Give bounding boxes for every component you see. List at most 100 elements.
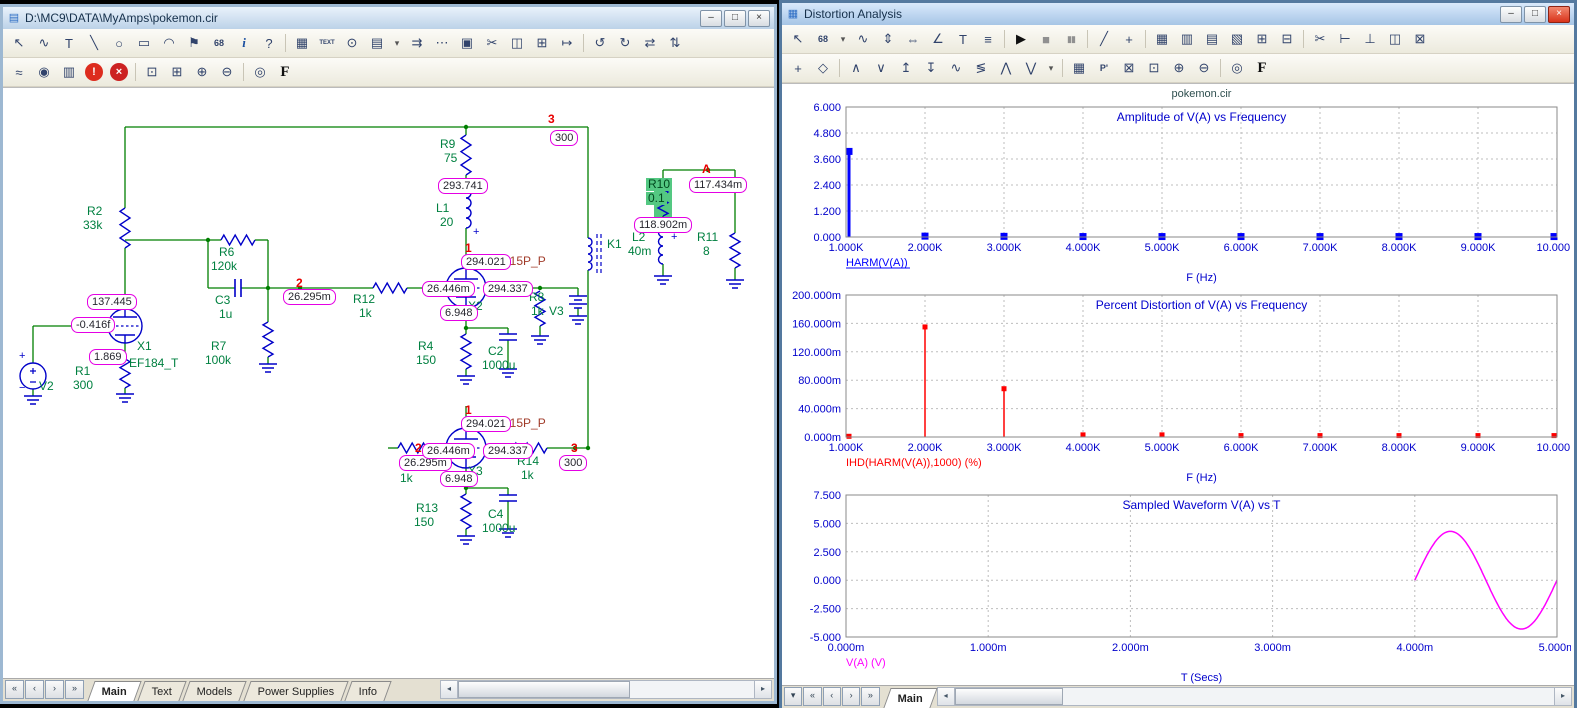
node-value-box[interactable]: -0.416f	[71, 317, 115, 333]
component-label[interactable]: 20	[440, 216, 453, 229]
schematic-hscrollbar[interactable]: ◂ ▸	[440, 680, 772, 699]
component-label[interactable]: 300	[73, 379, 93, 392]
component-label[interactable]: 8	[703, 245, 710, 258]
options-icon[interactable]: ◎	[248, 60, 272, 84]
first-page-button[interactable]: «	[803, 687, 821, 706]
component-label[interactable]: 150	[414, 516, 434, 529]
component-label[interactable]: R10	[646, 178, 672, 191]
low-icon[interactable]: ↧	[919, 56, 943, 80]
scrollbar-track[interactable]	[955, 688, 1554, 705]
node-value-box[interactable]: 26.295m	[283, 289, 336, 305]
restore-button[interactable]: □	[724, 10, 746, 27]
component-label[interactable]: R6	[219, 246, 234, 259]
slope-icon[interactable]: ∿	[944, 56, 968, 80]
prev-page-button[interactable]: ‹	[823, 687, 841, 706]
node-value-box[interactable]: 294.021	[461, 254, 511, 270]
node-value-box[interactable]: 294.021	[461, 416, 511, 432]
mirror-window-icon[interactable]: ▥	[57, 60, 81, 84]
mode-dropdown-icon[interactable]: ▾	[390, 31, 404, 55]
help-mode-icon[interactable]: ?	[257, 31, 281, 55]
bus-icon[interactable]: ⇉	[405, 31, 429, 55]
component-label[interactable]: 1u	[219, 308, 232, 321]
rectangle-mode-icon[interactable]: ▭	[132, 31, 156, 55]
component-label[interactable]: 1k	[400, 472, 413, 485]
peak-icon[interactable]: ∧	[844, 56, 868, 80]
component-label[interactable]: C4	[488, 508, 503, 521]
tab-text[interactable]: Text	[137, 681, 186, 701]
window-icon[interactable]: ▣	[455, 31, 479, 55]
scale-icon[interactable]: ⇕	[876, 27, 900, 51]
node-value-box[interactable]: 6.948	[440, 305, 478, 321]
component-label[interactable]: K1	[607, 238, 622, 251]
component-label[interactable]: 100k	[205, 354, 231, 367]
measure-icon[interactable]: ∠	[926, 27, 950, 51]
properties2-icon[interactable]: ⊠	[1408, 27, 1432, 51]
step-icon[interactable]: ↦	[555, 31, 579, 55]
tab-power-supplies[interactable]: Power Supplies	[243, 681, 349, 701]
crosshair-icon[interactable]: +	[1117, 27, 1141, 51]
data-points-icon[interactable]: ▥	[1175, 27, 1199, 51]
font-icon[interactable]: F	[273, 60, 297, 84]
copy-page-icon[interactable]: ⊡	[140, 60, 164, 84]
dropdown-icon[interactable]: ▾	[836, 27, 850, 51]
scroll-right-button[interactable]: ▸	[754, 681, 771, 698]
high-icon[interactable]: ↥	[894, 56, 918, 80]
zoom-select-icon[interactable]: ⊠	[1117, 56, 1141, 80]
zoom-out-icon[interactable]: ⊖	[1192, 56, 1216, 80]
close-button[interactable]: ×	[748, 10, 770, 27]
tag-bottom-icon[interactable]: ⊥	[1358, 27, 1382, 51]
component-label[interactable]: 1k	[359, 307, 372, 320]
flip-y-icon[interactable]: ⇅	[663, 31, 687, 55]
arc-mode-icon[interactable]: ◠	[157, 31, 181, 55]
next-page-button[interactable]: ›	[842, 687, 860, 706]
pause-icon[interactable]: ▮▮	[1059, 27, 1083, 51]
info-icon[interactable]: i	[232, 31, 256, 55]
add-page-icon[interactable]: ⊞	[165, 60, 189, 84]
plot-dropdown-button[interactable]: ▾	[784, 687, 802, 706]
cursor-mode-icon[interactable]: ◇	[811, 56, 835, 80]
tab-info[interactable]: Info	[345, 681, 393, 701]
scroll-left-button[interactable]: ◂	[938, 688, 955, 705]
picture-icon[interactable]: ▦	[290, 31, 314, 55]
component-label[interactable]: R11	[697, 231, 718, 244]
node-value-box[interactable]: 26.446m	[422, 443, 475, 459]
find-icon[interactable]: ◉	[32, 60, 56, 84]
inflection-icon[interactable]: ≶	[969, 56, 993, 80]
node-value-box[interactable]: 26.446m	[422, 281, 475, 297]
component-label[interactable]: EF184_T	[129, 357, 178, 370]
grid-text-icon[interactable]: TEXT	[315, 31, 339, 55]
wire-mode-icon[interactable]: ∿	[32, 31, 56, 55]
node-value-box[interactable]: 293.741	[438, 178, 488, 194]
border-icon[interactable]: ⋯	[430, 31, 454, 55]
run-icon[interactable]: ▶	[1009, 27, 1033, 51]
pan-icon[interactable]: ⇔	[901, 27, 925, 51]
node-value-box[interactable]: 294.337	[483, 443, 533, 459]
scroll-right-button[interactable]: ▸	[1554, 688, 1571, 705]
node-value-box[interactable]: 294.337	[483, 281, 533, 297]
scrollbar-thumb[interactable]	[458, 681, 630, 698]
line-draw-icon[interactable]: ╱	[1092, 27, 1116, 51]
tab-main[interactable]: Main	[87, 681, 141, 701]
flag-mode-icon[interactable]: ⚑	[182, 31, 206, 55]
stop-icon[interactable]: ×	[110, 63, 128, 81]
node-value-box[interactable]: 1.869	[89, 349, 127, 365]
next-page-button[interactable]: ›	[45, 680, 64, 699]
split-icon[interactable]: ◫	[1383, 27, 1407, 51]
component-label[interactable]: L1	[436, 202, 449, 215]
minimize-button[interactable]: –	[700, 10, 722, 27]
analysis-titlebar[interactable]: ▦ Distortion Analysis – □ ×	[782, 3, 1574, 25]
component-label[interactable]: C3	[215, 294, 230, 307]
minimize-button[interactable]: –	[1500, 6, 1522, 23]
text-mode-icon[interactable]: T	[57, 31, 81, 55]
node-number[interactable]: 3	[548, 113, 555, 126]
component-label[interactable]: X1	[137, 340, 152, 353]
global-high-icon[interactable]: ⋀	[994, 56, 1018, 80]
component-label[interactable]: 33k	[83, 219, 102, 232]
error-icon[interactable]: !	[85, 63, 103, 81]
first-page-button[interactable]: «	[5, 680, 24, 699]
scroll-left-button[interactable]: ◂	[441, 681, 458, 698]
node-number[interactable]: 3	[571, 442, 578, 455]
component-label[interactable]: 75	[444, 152, 457, 165]
zoom-out-icon[interactable]: ⊖	[215, 60, 239, 84]
search-icon[interactable]: ⊙	[340, 31, 364, 55]
